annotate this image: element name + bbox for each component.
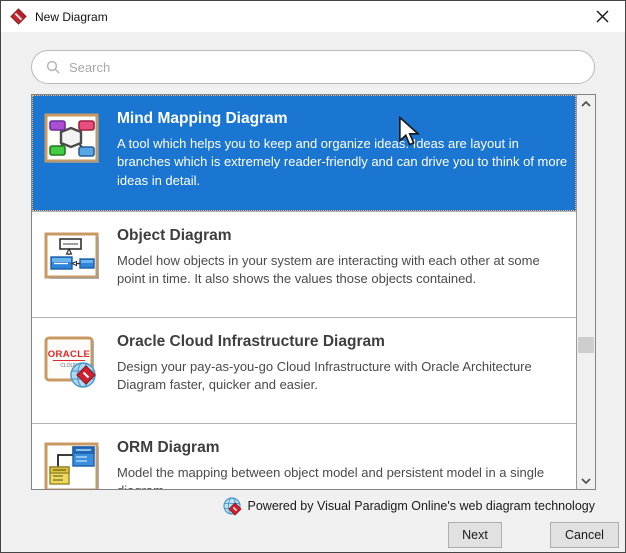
- mind-mapping-diagram-icon: [43, 110, 101, 168]
- visual-paradigm-logo-icon: [10, 8, 27, 25]
- titlebar: New Diagram: [1, 1, 625, 32]
- list-item-object-diagram[interactable]: Object Diagram Model how objects in your…: [32, 211, 576, 317]
- item-text: Object Diagram Model how objects in your…: [117, 225, 568, 307]
- powered-by-text: Powered by Visual Paradigm Online's web …: [248, 499, 596, 513]
- cancel-button[interactable]: Cancel: [550, 522, 619, 548]
- item-title: Object Diagram: [117, 227, 568, 245]
- next-button[interactable]: Next: [448, 522, 502, 548]
- item-description: Design your pay-as-you-go Cloud Infrastr…: [117, 358, 568, 395]
- new-diagram-dialog: New Diagram: [0, 0, 626, 553]
- list-item-orm-diagram[interactable]: ORM Diagram Model the mapping between ob…: [32, 423, 576, 489]
- item-title: Mind Mapping Diagram: [117, 110, 568, 128]
- list-scrollbar[interactable]: [576, 95, 595, 489]
- scrollbar-thumb[interactable]: [578, 337, 594, 353]
- chevron-down-icon: [581, 478, 591, 484]
- orm-diagram-icon: [43, 439, 101, 489]
- item-text: Oracle Cloud Infrastructure Diagram Desi…: [117, 331, 568, 413]
- window-title: New Diagram: [35, 10, 580, 24]
- item-description: A tool which helps you to keep and organ…: [117, 135, 568, 190]
- search-input[interactable]: [69, 60, 580, 75]
- item-title: Oracle Cloud Infrastructure Diagram: [117, 333, 568, 351]
- object-diagram-icon: [43, 227, 101, 285]
- scroll-up-button[interactable]: [577, 95, 595, 112]
- item-title: ORM Diagram: [117, 439, 568, 457]
- item-description: Model how objects in your system are int…: [117, 252, 568, 289]
- diagram-type-list: Mind Mapping Diagram A tool which helps …: [31, 94, 596, 490]
- dialog-buttons: Next Cancel: [1, 522, 619, 548]
- item-text: Mind Mapping Diagram A tool which helps …: [117, 108, 568, 201]
- item-description: Model the mapping between object model a…: [117, 464, 568, 489]
- list-item-mind-mapping-diagram[interactable]: Mind Mapping Diagram A tool which helps …: [32, 95, 576, 211]
- close-icon: [596, 10, 609, 23]
- chevron-up-icon: [581, 101, 591, 107]
- oracle-cloud-infrastructure-diagram-icon: ORACLE CLOUD: [43, 333, 101, 391]
- search-box[interactable]: [31, 50, 595, 84]
- scroll-down-button[interactable]: [577, 472, 595, 489]
- powered-by-bar: Powered by Visual Paradigm Online's web …: [1, 497, 595, 515]
- close-button[interactable]: [580, 1, 625, 32]
- item-text: ORM Diagram Model the mapping between ob…: [117, 437, 568, 489]
- svg-text:ORACLE: ORACLE: [48, 349, 91, 360]
- visual-paradigm-online-globe-icon: [223, 497, 242, 516]
- list-item-oracle-cloud-infrastructure-diagram[interactable]: ORACLE CLOUD Oracle Cloud Infrastructure…: [32, 317, 576, 423]
- search-icon: [46, 60, 61, 75]
- list-items: Mind Mapping Diagram A tool which helps …: [32, 95, 576, 489]
